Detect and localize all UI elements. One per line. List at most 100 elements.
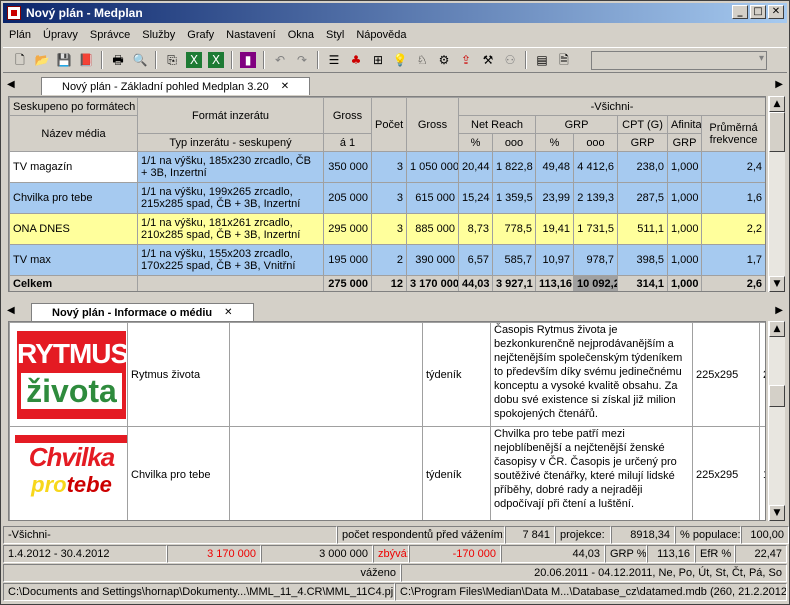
cell-gross1[interactable]: 205 000 — [323, 182, 372, 214]
cell-gross1[interactable]: 350 000 — [323, 151, 372, 183]
cell-grp-pct[interactable]: 23,99 — [535, 182, 574, 214]
maximize-button[interactable]: □ — [750, 5, 766, 19]
media-name[interactable]: Rytmus života — [127, 322, 230, 427]
undo-icon[interactable]: ↶ — [272, 52, 288, 68]
cell-format[interactable]: 1/1 na výšku, 155x203 zrcadlo, 170x225 s… — [137, 244, 324, 276]
media-extra[interactable]: 20 — [759, 322, 765, 427]
chart-icon[interactable]: ▮ — [240, 52, 256, 68]
cell-nr-ooo[interactable]: 1 822,8 — [492, 151, 536, 183]
media-name[interactable]: Chvilka pro tebe — [127, 426, 230, 520]
tab-close-icon[interactable]: ✕ — [281, 81, 289, 92]
cell-afinita[interactable]: 1,000 — [667, 244, 702, 276]
minimize-button[interactable]: _ — [732, 5, 748, 19]
book-icon[interactable]: 📕 — [78, 52, 94, 68]
menu-napoveda[interactable]: Nápověda — [350, 29, 412, 41]
cell-gross[interactable]: 615 000 — [406, 182, 459, 214]
bulb-search-icon[interactable]: ♘ — [414, 52, 430, 68]
cell-gross1[interactable]: 195 000 — [323, 244, 372, 276]
new-file-icon[interactable]: 🗋 — [12, 52, 28, 68]
table-row[interactable]: TV max 1/1 na výšku, 155x203 zrcadlo, 17… — [9, 244, 765, 276]
cell-grp-pct[interactable]: 19,41 — [535, 213, 574, 245]
media-description[interactable]: Chvilka pro tebe patří mezi nejoblíbeněj… — [490, 426, 693, 520]
cell-gross[interactable]: 885 000 — [406, 213, 459, 245]
scroll-up-icon[interactable]: ▲ — [769, 96, 785, 112]
tab-left-arrow-icon[interactable]: ◀ — [7, 79, 15, 90]
cell-grp-ooo[interactable]: 2 139,3 — [573, 182, 618, 214]
tree-icon[interactable]: ⊞ — [370, 52, 386, 68]
cell-nr-pct[interactable]: 8,73 — [458, 213, 493, 245]
cell-format[interactable]: 1/1 na výšku, 181x261 zrcadlo, 210x285 s… — [137, 213, 324, 245]
scroll2-thumb[interactable] — [769, 385, 785, 407]
tools-icon[interactable]: ⚒ — [480, 52, 496, 68]
open-folder-icon[interactable]: 📂 — [34, 52, 50, 68]
tab-right-arrow-icon[interactable]: ▶ — [775, 79, 783, 90]
import-icon[interactable]: ⇪ — [458, 52, 474, 68]
cell-name[interactable]: Chvilka pro tebe — [9, 182, 138, 214]
cell-freq[interactable]: 2,2 — [700, 213, 765, 245]
media-description[interactable]: Časopis Rytmus života je bezkonkurenčně … — [490, 322, 693, 427]
cell-afinita[interactable]: 1,000 — [667, 213, 702, 245]
menu-upravy[interactable]: Úpravy — [37, 29, 84, 41]
media-scrollbar[interactable]: ▲ ▼ — [768, 321, 785, 521]
bulb-icon[interactable]: 💡 — [392, 52, 408, 68]
table-row[interactable]: TV magazín 1/1 na výšku, 185x230 zrcadlo… — [9, 151, 765, 183]
menu-nastaveni[interactable]: Nastavení — [220, 29, 282, 41]
cell-nr-pct[interactable]: 20,44 — [458, 151, 493, 183]
document-icon[interactable]: 🗎 — [556, 52, 572, 68]
media-period[interactable]: týdeník — [422, 322, 491, 427]
cell-cpt[interactable]: 287,5 — [617, 182, 668, 214]
excel-export-icon[interactable]: X — [186, 52, 202, 68]
cell-cpt[interactable]: 511,1 — [617, 213, 668, 245]
cell-grp-pct[interactable]: 49,48 — [535, 151, 574, 183]
cell-count[interactable]: 3 — [371, 213, 407, 245]
menu-okna[interactable]: Okna — [282, 29, 320, 41]
table-icon[interactable]: ▤ — [534, 52, 550, 68]
scroll-down-icon[interactable]: ▼ — [769, 276, 785, 292]
cell-format[interactable]: 1/1 na výšku, 185x230 zrcadlo, ČB + 3B, … — [137, 151, 324, 183]
cell-nr-ooo[interactable]: 1 359,5 — [492, 182, 536, 214]
bulb-grid-icon[interactable]: ⚙ — [436, 52, 452, 68]
media-row[interactable]: Chvilka protebe Chvilka pro tebe týdeník… — [9, 426, 765, 520]
users-icon[interactable]: ♣ — [348, 52, 364, 68]
scroll2-up-icon[interactable]: ▲ — [769, 321, 785, 337]
menu-spravce[interactable]: Správce — [84, 29, 136, 41]
media-row[interactable]: RYTMUS života Rytmus života týdeník Časo… — [9, 322, 765, 427]
cell-nr-ooo[interactable]: 778,5 — [492, 213, 536, 245]
cell-afinita[interactable]: 1,000 — [667, 182, 702, 214]
cell-grp-ooo[interactable]: 1 731,5 — [573, 213, 618, 245]
menu-plan[interactable]: Plán — [3, 29, 37, 41]
tab2-right-arrow-icon[interactable]: ▶ — [775, 305, 783, 316]
cell-gross[interactable]: 390 000 — [406, 244, 459, 276]
table-row[interactable]: ONA DNES 1/1 na výšku, 181x261 zrcadlo, … — [9, 213, 765, 245]
save-icon[interactable]: 💾 — [56, 52, 72, 68]
print-icon[interactable]: 🖶 — [110, 52, 126, 68]
media-extra[interactable]: 19 — [759, 426, 765, 520]
cell-format[interactable]: 1/1 na výšku, 199x265 zrcadlo, 215x285 s… — [137, 182, 324, 214]
table-row[interactable]: Chvilka pro tebe 1/1 na výšku, 199x265 z… — [9, 182, 765, 214]
tab-media-info[interactable]: Nový plán - Informace o médiu ✕ — [31, 303, 254, 321]
cell-nr-ooo[interactable]: 585,7 — [492, 244, 536, 276]
cell-count[interactable]: 3 — [371, 182, 407, 214]
cell-name[interactable]: ONA DNES — [9, 213, 138, 245]
cell-count[interactable]: 2 — [371, 244, 407, 276]
cell-grp-pct[interactable]: 10,97 — [535, 244, 574, 276]
scroll-thumb[interactable] — [769, 112, 785, 152]
tab2-close-icon[interactable]: ✕ — [224, 307, 232, 318]
menu-grafy[interactable]: Grafy — [181, 29, 220, 41]
grid-scrollbar[interactable]: ▲ ▼ — [768, 96, 785, 292]
cell-gross[interactable]: 1 050 000 — [406, 151, 459, 183]
preview-icon[interactable]: 🔍 — [132, 52, 148, 68]
redo-icon[interactable]: ↷ — [294, 52, 310, 68]
excel-icon[interactable]: X — [208, 52, 224, 68]
cell-nr-pct[interactable]: 15,24 — [458, 182, 493, 214]
close-button[interactable]: ✕ — [768, 5, 784, 19]
menu-sluzby[interactable]: Služby — [136, 29, 181, 41]
list-icon[interactable]: ☰ — [326, 52, 342, 68]
media-size[interactable]: 225x295 — [692, 426, 760, 520]
tab-basic-view[interactable]: Nový plán - Základní pohled Medplan 3.20… — [41, 77, 311, 95]
menu-styl[interactable]: Styl — [320, 29, 350, 41]
cell-freq[interactable]: 1,6 — [700, 182, 765, 214]
media-size[interactable]: 225x295 — [692, 322, 760, 427]
cell-grp-ooo[interactable]: 978,7 — [573, 244, 618, 276]
people-icon[interactable]: ⚇ — [502, 52, 518, 68]
